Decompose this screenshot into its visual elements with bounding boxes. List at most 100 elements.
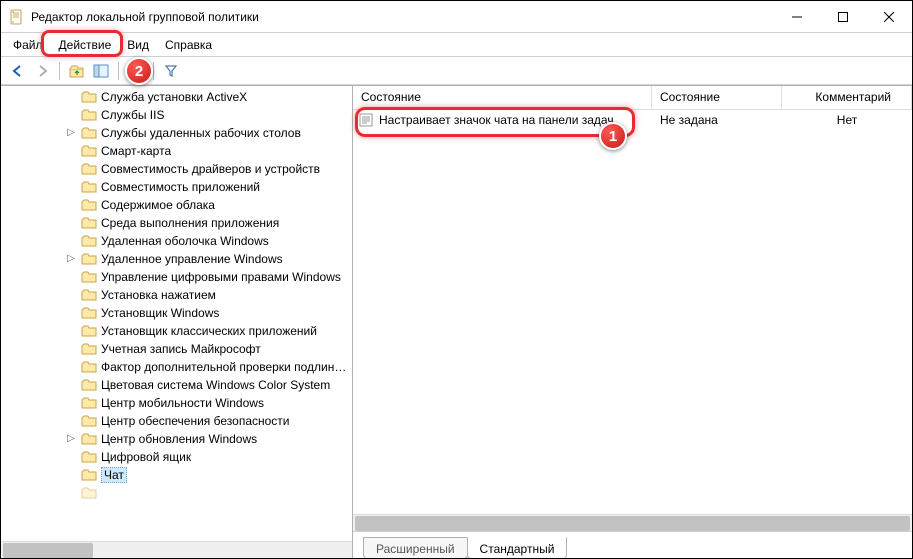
tree-item[interactable]: ▷ Удаленное управление Windows [1,250,352,268]
tree-item[interactable]: Служба установки ActiveX [1,88,352,106]
tree-item-label: Службы IIS [101,108,164,122]
tree-item[interactable]: Совместимость приложений [1,178,352,196]
tree-item[interactable]: Среда выполнения приложения [1,214,352,232]
tree-horizontal-scrollbar[interactable] [1,541,352,558]
folder-icon [81,324,97,338]
setting-name: Настраивает значок чата на панели задач [379,113,614,127]
tree-item[interactable]: Установщик Windows [1,304,352,322]
folder-icon [81,252,97,266]
menu-view[interactable]: Вид [119,33,157,56]
forward-button[interactable] [31,60,53,82]
show-hide-tree-button[interactable] [90,60,112,82]
menu-file[interactable]: Файл [5,33,51,56]
column-status[interactable]: Состояние [652,86,782,109]
tree-item-label: Смарт-карта [101,144,171,158]
tree-item-label: Установщик Windows [101,306,219,320]
tree-item-label: Содержимое облака [101,198,215,212]
folder-icon [81,360,97,374]
tree-item[interactable]: Совместимость драйверов и устройств [1,160,352,178]
window-title: Редактор локальной групповой политики [31,10,774,24]
folder-icon [81,234,97,248]
tree-item[interactable]: Содержимое облака [1,196,352,214]
menu-action[interactable]: Действие [51,33,120,56]
close-button[interactable] [866,1,912,33]
setting-icon [359,113,373,127]
folder-icon [81,216,97,230]
tree-item[interactable]: Центр обеспечения безопасности [1,412,352,430]
tab-extended[interactable]: Расширенный [363,537,468,559]
tree-item-label: Установщик классических приложений [101,324,317,338]
folder-icon [81,126,97,140]
tree-item-label: Фактор дополнительной проверки подлиннос… [101,360,352,374]
tree-item-label: Служба установки ActiveX [101,90,247,104]
tree-item-label: Центр обеспечения безопасности [101,414,290,428]
folder-icon [81,432,97,446]
tree-item[interactable]: Установщик классических приложений [1,322,352,340]
tree-item-label: Службы удаленных рабочих столов [101,126,301,140]
list-horizontal-scrollbar[interactable] [353,514,912,531]
detail-tabs: Расширенный Стандартный [353,532,912,558]
setting-status: Не задана [652,113,782,127]
tree-item-label: Удаленное управление Windows [101,252,283,266]
menu-help[interactable]: Справка [157,33,220,56]
filter-button[interactable] [160,60,182,82]
tree-item-label: Совместимость приложений [101,180,260,194]
tree-item-label: Удаленная оболочка Windows [101,234,269,248]
callout-badge-1: 1 [599,122,627,150]
folder-icon [81,468,97,482]
folder-icon [81,414,97,428]
tree-item[interactable]: Цифровой ящик [1,448,352,466]
folder-icon [81,306,97,320]
tree-item[interactable]: ▷ Службы удаленных рабочих столов [1,124,352,142]
tree-item-label: Совместимость драйверов и устройств [101,162,320,176]
tree-item[interactable] [1,484,352,502]
tree-item[interactable]: Цветовая система Windows Color System [1,376,352,394]
tree-item[interactable]: Удаленная оболочка Windows [1,232,352,250]
tree-item-label: Управление цифровыми правами Windows [101,270,341,284]
tree-item[interactable]: Центр мобильности Windows [1,394,352,412]
folder-icon [81,396,97,410]
tree-item[interactable]: Смарт-карта [1,142,352,160]
callout-badge-2: 2 [125,57,153,85]
up-button[interactable] [66,60,88,82]
details-pane: Состояние Состояние Комментарий Настраив… [353,86,912,558]
tree-pane[interactable]: Служба установки ActiveX Службы IIS ▷ Служб… [1,86,353,558]
tree-item-label: Чат [101,467,127,483]
folder-icon [81,162,97,176]
folder-icon [81,342,97,356]
content-area: Служба установки ActiveX Службы IIS ▷ Служб… [1,85,912,558]
folder-icon [81,108,97,122]
tree-item[interactable]: Чат [1,466,352,484]
setting-row[interactable]: Настраивает значок чата на панели задач … [353,110,912,130]
tree-item-label: Среда выполнения приложения [101,216,279,230]
tree-item-label: Центр обновления Windows [101,432,257,446]
column-comment[interactable]: Комментарий [782,86,912,109]
tree-item-label: Цветовая система Windows Color System [101,378,330,392]
tree-item[interactable]: Установка нажатием [1,286,352,304]
tree-expander-icon[interactable]: ▷ [63,434,79,444]
folder-icon [81,198,97,212]
tree-item[interactable]: ▷ Центр обновления Windows [1,430,352,448]
tree-expander-icon[interactable]: ▷ [63,128,79,138]
tab-standard[interactable]: Стандартный [467,537,568,559]
tree-item[interactable]: Управление цифровыми правами Windows [1,268,352,286]
tree-item[interactable]: Фактор дополнительной проверки подлиннос… [1,358,352,376]
tree-item[interactable]: Службы IIS [1,106,352,124]
folder-icon [81,144,97,158]
minimize-button[interactable] [774,1,820,33]
setting-comment: Нет [782,113,912,127]
folder-icon [81,288,97,302]
folder-icon [81,378,97,392]
list-header[interactable]: Состояние Состояние Комментарий [353,86,912,110]
folder-icon [81,90,97,104]
back-button[interactable] [7,60,29,82]
tree-item-label: Цифровой ящик [101,450,191,464]
tree-item[interactable]: Учетная запись Майкрософт [1,340,352,358]
tree-item-label: Учетная запись Майкрософт [101,342,261,356]
titlebar: Редактор локальной групповой политики [1,1,912,33]
gpedit-window: Редактор локальной групповой политики Фа… [0,0,913,559]
tree-item-label: Центр мобильности Windows [101,396,264,410]
tree-expander-icon[interactable]: ▷ [63,254,79,264]
column-state[interactable]: Состояние [353,86,652,109]
maximize-button[interactable] [820,1,866,33]
